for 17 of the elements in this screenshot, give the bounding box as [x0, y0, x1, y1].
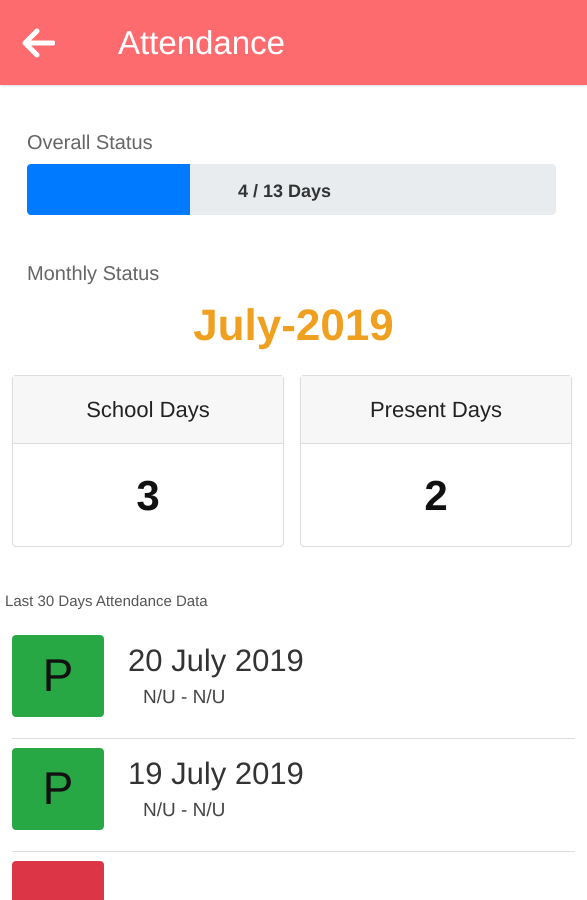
progress-reading: 4 / 13 Days [238, 180, 332, 203]
page-title: Attendance [118, 22, 285, 63]
card-value: 2 [424, 470, 448, 520]
card-value: 3 [136, 470, 160, 520]
time-detail: N/U - N/U [143, 799, 226, 823]
section-label: Monthly Status [27, 262, 160, 287]
section-label: Overall Status [27, 131, 154, 156]
status-badge: P [12, 748, 104, 830]
month-title: July-2019 [193, 300, 394, 352]
status-badge: P [12, 634, 104, 716]
attendance-date: 20 July 2019 [128, 642, 304, 680]
card-title: School Days [86, 396, 210, 424]
back-arrow-icon [21, 28, 55, 58]
time-detail: N/U - N/U [143, 686, 226, 710]
card-title: Present Days [370, 396, 502, 424]
attendance-date: 19 July 2019 [128, 754, 304, 792]
section-label: Last 30 Days Attendance Data [5, 592, 209, 612]
